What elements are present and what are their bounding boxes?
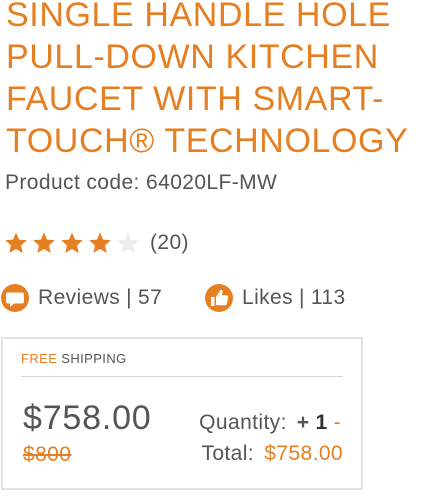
shipping-label: SHIPPING xyxy=(61,351,127,366)
likes-count: 113 xyxy=(310,286,346,309)
reviews-label: Reviews xyxy=(38,286,121,309)
thumbs-up-icon xyxy=(205,284,233,312)
star-empty-icon xyxy=(117,232,139,253)
product-title-line: SINGLE HANDLE HOLE xyxy=(6,0,391,34)
likes-link[interactable]: Likes | 113 xyxy=(204,282,346,314)
speech-bubble-icon xyxy=(1,284,29,312)
likes-label: Likes xyxy=(242,286,294,309)
total-value: $758.00 xyxy=(264,442,343,465)
rating-count: (20) xyxy=(150,231,189,254)
product-title-line: FAUCET WITH SMART- xyxy=(6,80,384,118)
product-code: Product code: 64020LF-MW xyxy=(5,171,277,195)
social-row: Reviews | 57 Likes | 113 xyxy=(0,282,360,314)
star-filled-icon xyxy=(89,232,111,253)
reviews-count: 57 xyxy=(138,286,163,309)
shipping-info: FREE SHIPPING xyxy=(21,351,127,366)
reviews-link[interactable]: Reviews | 57 xyxy=(0,282,162,314)
product-title-line: TOUCH® TECHNOLOGY xyxy=(6,122,409,160)
star-filled-icon xyxy=(61,232,83,253)
free-label: FREE xyxy=(21,351,58,366)
quantity-label: Quantity: xyxy=(199,411,287,434)
quantity-decrease-button[interactable]: - xyxy=(332,411,343,435)
likes-separator: | xyxy=(299,286,305,309)
total-row: Total: $758.00 xyxy=(201,442,343,466)
quantity-value: 1 xyxy=(315,411,328,434)
total-label: Total: xyxy=(201,442,255,465)
star-rating[interactable]: (20) xyxy=(4,228,189,258)
product-title-line: PULL-DOWN KITCHEN xyxy=(6,38,379,76)
star-filled-icon xyxy=(5,232,27,253)
product-title: SINGLE HANDLE HOLE PULL-DOWN KITCHEN FAU… xyxy=(6,0,436,162)
product-code-value: 64020LF-MW xyxy=(146,171,278,194)
divider xyxy=(21,376,343,377)
star-filled-icon xyxy=(33,232,55,253)
product-detail-panel: SINGLE HANDLE HOLE PULL-DOWN KITCHEN FAU… xyxy=(0,0,442,499)
original-price: $800 xyxy=(23,443,72,466)
purchase-box: FREE SHIPPING $758.00 $800 Quantity: + 1… xyxy=(1,337,363,490)
reviews-separator: | xyxy=(126,286,133,309)
current-price: $758.00 xyxy=(23,399,152,437)
quantity-control: Quantity: + 1 - xyxy=(199,411,343,435)
quantity-increase-button[interactable]: + xyxy=(295,411,312,435)
product-code-label: Product code: xyxy=(5,171,140,194)
